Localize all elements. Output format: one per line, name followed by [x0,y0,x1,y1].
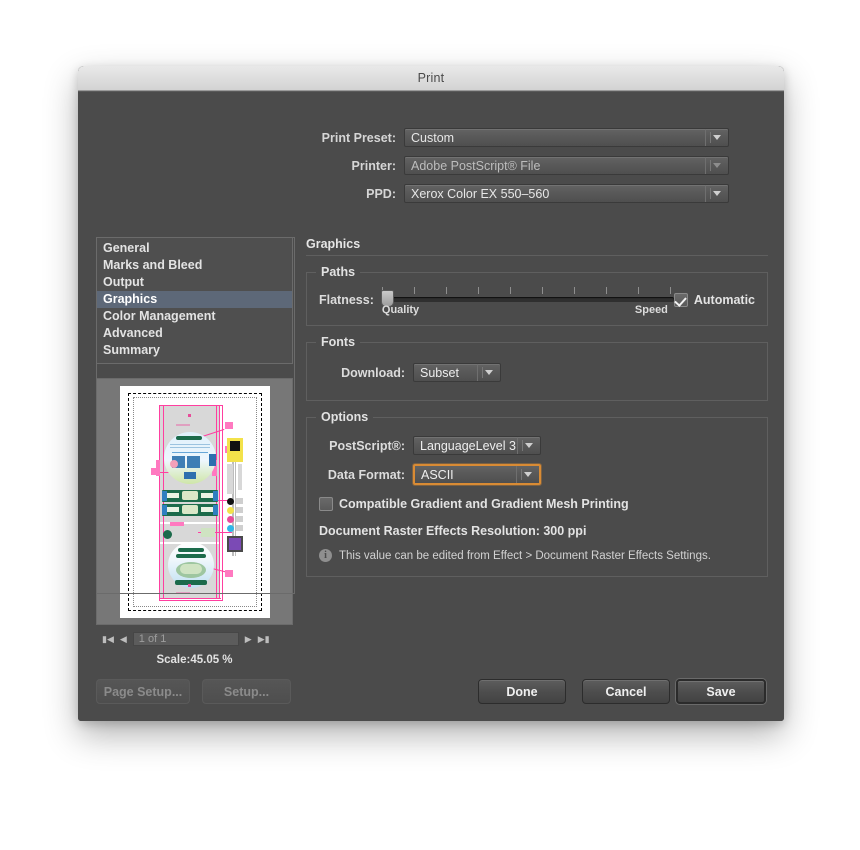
page-setup-button[interactable]: Page Setup... [96,679,190,704]
sidebar-item-general[interactable]: General [97,240,292,257]
data-format-row: Data Format: ASCII [319,464,755,485]
sidebar-item-color-management[interactable]: Color Management [97,308,292,325]
first-page-icon[interactable]: ▮◀ [102,634,114,644]
sidebar-item-label: Summary [103,343,160,357]
sidebar-item-output[interactable]: Output [97,274,292,291]
scale-label: Scale:45.05 % [156,654,233,666]
preview-artwork [146,402,244,602]
sidebar-item-label: Graphics [103,292,158,306]
next-page-icon[interactable]: ▶ [245,634,252,644]
page-number-input[interactable]: 1 of 1 [132,632,239,646]
postscript-row: PostScript®: LanguageLevel 3 [319,436,755,455]
options-group: Options PostScript®: LanguageLevel 3 Dat… [306,410,768,577]
title-bar[interactable]: Print [78,66,784,91]
options-group-title: Options [316,410,374,424]
slider-speed-label: Speed [634,304,668,316]
info-note-row: i This value can be edited from Effect >… [319,549,755,562]
sidebar-item-label: Output [103,275,144,289]
download-label: Download: [341,365,405,380]
chevron-down-icon[interactable] [517,437,540,454]
settings-nav-list: General Marks and Bleed Output Graphics … [96,237,293,364]
gradient-row: Compatible Gradient and Gradient Mesh Pr… [319,497,755,511]
cancel-button[interactable]: Cancel [582,679,670,704]
print-preview[interactable] [96,378,293,625]
font-download-select[interactable]: Subset [413,363,501,382]
print-preset-row: Print Preset: Custom [78,128,784,147]
printer-value: Adobe PostScript® File [411,158,541,173]
info-icon: i [319,549,332,562]
save-button[interactable]: Save [676,679,766,704]
print-preset-label: Print Preset: [321,130,396,145]
sidebar-item-graphics[interactable]: Graphics [97,291,292,308]
chevron-down-icon[interactable] [705,157,728,174]
done-button[interactable]: Done [478,679,566,704]
printer-row: Printer: Adobe PostScript® File [78,156,784,175]
printer-label: Printer: [351,158,396,173]
sidebar-item-advanced[interactable]: Advanced [97,325,292,342]
sidebar-item-summary[interactable]: Summary [97,342,292,359]
fonts-group-title: Fonts [316,335,361,349]
chevron-down-icon[interactable] [705,129,728,146]
chevron-down-icon[interactable] [516,466,539,483]
print-dialog: Print Print Preset: Custom Printer: Adob… [78,66,784,721]
fonts-group: Fonts Download: Subset [306,335,768,401]
dialog-body: Print Preset: Custom Printer: Adobe Post… [78,91,784,721]
compatible-gradient-label: Compatible Gradient and Gradient Mesh Pr… [339,497,629,511]
top-fields: Print Preset: Custom Printer: Adobe Post… [78,128,784,212]
ppd-select[interactable]: Xerox Color EX 550–560 [404,184,729,203]
sidebar-item-marks-and-bleed[interactable]: Marks and Bleed [97,257,292,274]
screenshot-root: Print Print Preset: Custom Printer: Adob… [0,0,860,850]
compatible-gradient-checkbox[interactable] [319,497,333,511]
slider-track[interactable] [381,297,674,302]
dialog-footer: Page Setup... Setup... Done Cancel Save [78,679,784,705]
sidebar-item-label: General [103,241,150,255]
page-navigation: ▮◀ ◀ 1 of 1 ▶ ▶▮ [96,631,293,647]
printer-select[interactable]: Adobe PostScript® File [404,156,729,175]
ppd-value: Xerox Color EX 550–560 [411,186,550,201]
ppd-row: PPD: Xerox Color EX 550–560 [78,184,784,203]
info-note-text: This value can be edited from Effect > D… [339,549,711,562]
raster-resolution-label: Document Raster Effects Resolution: 300 … [319,524,587,538]
print-preset-value: Custom [411,130,455,145]
page-title: Graphics [306,237,768,256]
chevron-down-icon[interactable] [477,364,500,381]
print-preset-select[interactable]: Custom [404,128,729,147]
postscript-label: PostScript®: [329,438,405,453]
graphics-panel: Graphics Paths Flatness: Quality Speed A… [306,237,768,577]
font-download-value: Subset [420,365,459,380]
chevron-down-icon[interactable] [705,185,728,202]
sidebar-item-label: Advanced [103,326,163,340]
flatness-row: Flatness: Quality Speed Automatic [319,287,755,316]
last-page-icon[interactable]: ▶▮ [258,634,270,644]
window-title: Print [417,71,445,85]
ppd-label: PPD: [366,186,396,201]
automatic-checkbox[interactable] [673,293,688,307]
paths-group: Paths Flatness: Quality Speed Automatic [306,265,768,326]
flatness-slider[interactable]: Quality Speed [380,287,674,316]
data-format-select[interactable]: ASCII [413,464,541,485]
data-format-value: ASCII [421,467,454,482]
download-row: Download: Subset [319,363,755,382]
postscript-value: LanguageLevel 3 [420,438,516,453]
automatic-label: Automatic [693,293,755,307]
previous-page-icon[interactable]: ◀ [120,634,127,644]
flatness-label: Flatness: [319,293,374,307]
left-column: General Marks and Bleed Output Graphics … [96,237,293,666]
sidebar-item-label: Marks and Bleed [103,258,203,272]
data-format-label: Data Format: [327,467,405,482]
slider-quality-label: Quality [381,304,420,316]
preview-page [119,385,270,618]
setup-button[interactable]: Setup... [202,679,291,704]
postscript-select[interactable]: LanguageLevel 3 [413,436,541,455]
sidebar-item-label: Color Management [103,309,216,323]
paths-group-title: Paths [316,265,361,279]
slider-ticks [381,287,674,295]
